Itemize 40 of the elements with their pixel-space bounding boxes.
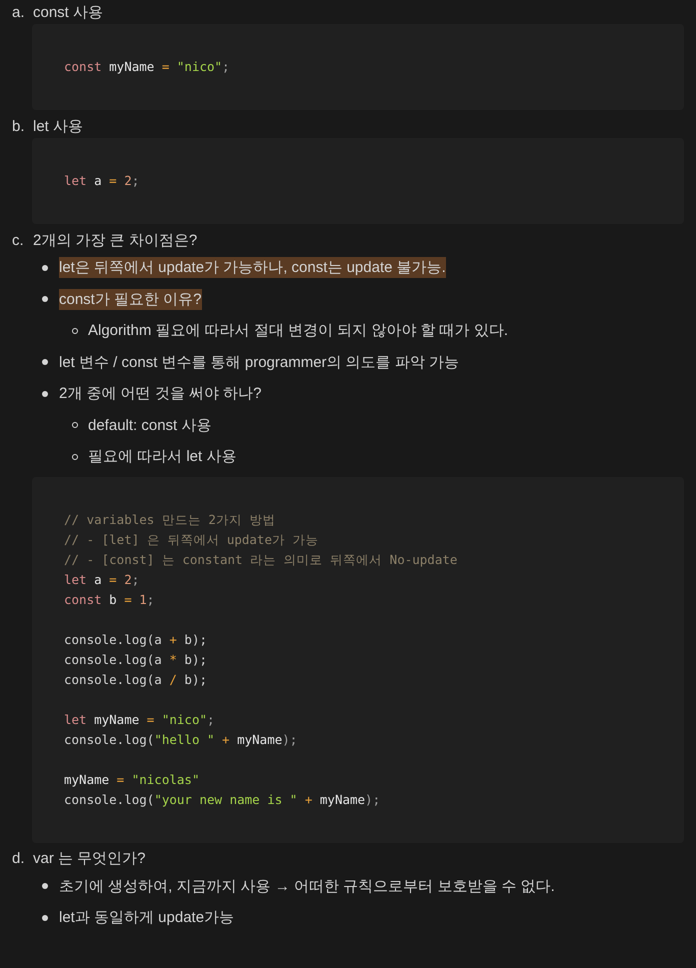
- list-item-text: default: const 사용: [88, 416, 212, 436]
- list-item-text: Algorithm 필요에 따라서 절대 변경이 되지 않아야 할 때가 있다.: [88, 321, 508, 342]
- section-heading: 2개의 가장 큰 차이점은?: [33, 230, 198, 250]
- bullet-icon: [42, 296, 48, 302]
- list-item-text: let과 동일하게 update가능: [59, 908, 234, 928]
- section-heading: let 사용: [33, 116, 84, 136]
- list-item-text: 필요에 따라서 let 사용: [88, 447, 236, 468]
- code-line: console.log(a * b);: [64, 650, 207, 669]
- code-line: let a = 2;: [64, 570, 140, 588]
- list-marker: b.: [11, 118, 26, 134]
- code-line: console.log("hello " + myName);: [64, 730, 298, 749]
- list-marker: d.: [11, 850, 26, 867]
- code-line: const b = 1;: [64, 590, 154, 608]
- code-line: console.log(a / b);: [64, 670, 207, 689]
- circle-bullet-icon: [72, 422, 78, 428]
- code-line: // variables 만드는 2가지 방법: [64, 510, 276, 528]
- circle-bullet-icon: [72, 454, 78, 460]
- bullet-icon: [42, 359, 48, 366]
- code-line: // - [const] 는 constant 라는 의미로 뒤쪽에서 No-update: [64, 550, 458, 569]
- section-heading: var 는 무엇인가?: [33, 849, 146, 868]
- list-marker: a.: [11, 4, 26, 20]
- bullet-icon: [42, 264, 48, 271]
- list-item-text: let 변수 / const 변수를 통해 programmer의 의도를 파악 가능: [59, 352, 460, 373]
- code-line: let a = 2;: [64, 172, 140, 190]
- code-line: console.log("your new name is " + myName);: [64, 790, 380, 809]
- bullet-icon: [42, 883, 48, 890]
- code-line: let myName = "nico";: [64, 710, 215, 729]
- list-marker: c.: [11, 232, 25, 248]
- code-line: myName = "nicolas": [64, 770, 200, 789]
- list-item-text: 2개 중에 어떤 것을 써야 하나?: [59, 384, 262, 404]
- list-item-text: 초기에 생성하여, 지금까지 사용 → 어떠한 규칙으로부터 보호받을 수 없다.: [59, 876, 555, 897]
- list-item-text: let은 뒤쪽에서 update가 가능하나, const는 update 불가능.: [59, 257, 446, 278]
- code-line: const myName = "nico";: [64, 58, 230, 76]
- bullet-icon: [42, 390, 48, 397]
- code-line: // - [let] 은 뒤쪽에서 update가 가능: [64, 530, 319, 549]
- list-item-text: const가 필요한 이유?: [59, 288, 202, 310]
- code-line: console.log(a + b);: [64, 630, 207, 649]
- section-heading: const 사용: [33, 2, 104, 22]
- circle-bullet-icon: [72, 328, 78, 334]
- bullet-icon: [42, 914, 48, 921]
